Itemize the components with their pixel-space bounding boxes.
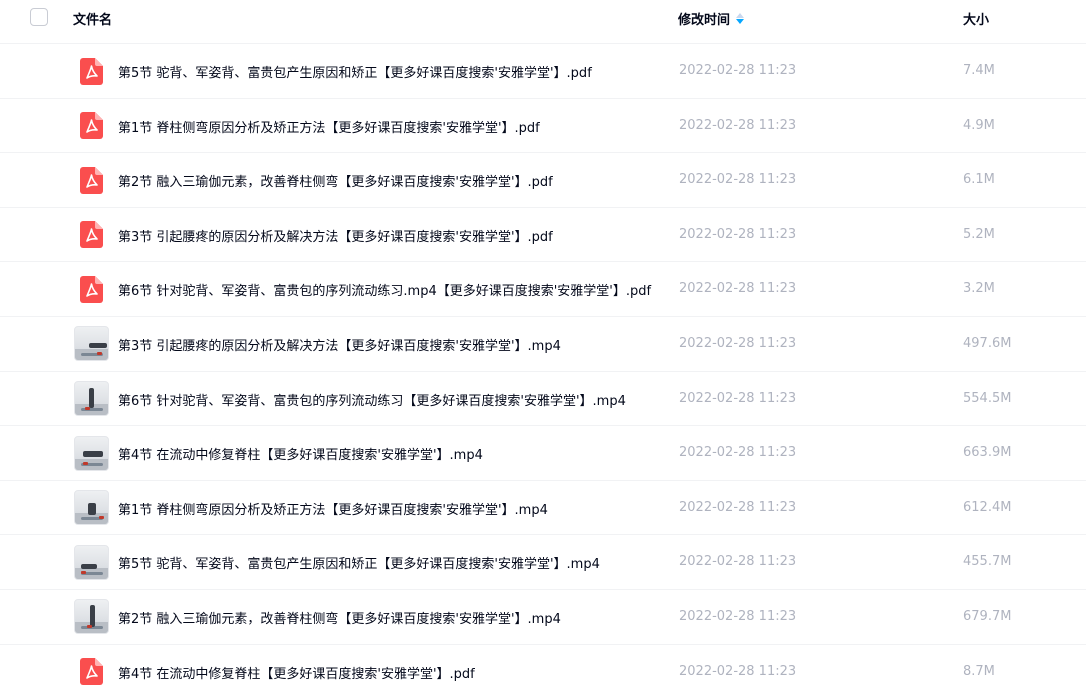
column-header-time-label: 修改时间 (678, 13, 731, 28)
file-modified-time: 2022-02-28 11:23 (679, 445, 797, 461)
file-row[interactable]: 第6节 针对驼背、军姿背、富贵包的序列流动练习.mp4【更多好课百度搜索'安雅学… (0, 262, 1086, 317)
file-modified-time: 2022-02-28 11:23 (679, 499, 797, 515)
video-thumbnail (73, 326, 109, 362)
file-row[interactable]: 第3节 引起腰疼的原因分析及解决方法【更多好课百度搜索'安雅学堂'】.mp4 20… (0, 317, 1086, 372)
sort-descending-icon[interactable] (735, 12, 745, 25)
pdf-file-icon (73, 108, 109, 144)
file-size: 554.5M (963, 390, 1012, 406)
pdf-file-icon (73, 271, 109, 307)
file-modified-time: 2022-02-28 11:23 (679, 63, 797, 78)
file-row[interactable]: 第3节 引起腰疼的原因分析及解决方法【更多好课百度搜索'安雅学堂'】.pdf 20… (0, 208, 1086, 263)
file-row[interactable]: 第4节 在流动中修复脊柱【更多好课百度搜索'安雅学堂'】.pdf 2022-02-… (0, 645, 1086, 694)
pdf-file-icon (73, 654, 109, 690)
file-modified-time: 2022-02-28 11:23 (679, 608, 797, 624)
file-size: 8.7M (963, 663, 995, 679)
file-size: 4.9M (963, 117, 995, 133)
pdf-file-icon (73, 53, 109, 89)
file-name[interactable]: 第5节 驼背、军姿背、富贵包产生原因和矫正【更多好课百度搜索'安雅学堂'】.mp… (118, 553, 600, 572)
file-name[interactable]: 第5节 驼背、军姿背、富贵包产生原因和矫正【更多好课百度搜索'安雅学堂'】.pd… (118, 62, 592, 81)
file-name[interactable]: 第3节 引起腰疼的原因分析及解决方法【更多好课百度搜索'安雅学堂'】.mp4 (118, 335, 561, 354)
file-row[interactable]: 第1节 脊柱侧弯原因分析及矫正方法【更多好课百度搜索'安雅学堂'】.mp4 202… (0, 481, 1086, 536)
column-header-size[interactable]: 大小 (963, 9, 989, 28)
file-row[interactable]: 第4节 在流动中修复脊柱【更多好课百度搜索'安雅学堂'】.mp4 2022-02-… (0, 426, 1086, 481)
file-list-header: 文件名 修改时间 大小 (0, 0, 1086, 44)
video-thumbnail (73, 435, 109, 471)
file-row[interactable]: 第2节 融入三瑜伽元素，改善脊柱侧弯【更多好课百度搜索'安雅学堂'】.pdf 20… (0, 153, 1086, 208)
file-size: 7.4M (963, 63, 995, 78)
file-list: 第5节 驼背、军姿背、富贵包产生原因和矫正【更多好课百度搜索'安雅学堂'】.pd… (0, 44, 1086, 694)
file-row[interactable]: 第2节 融入三瑜伽元素，改善脊柱侧弯【更多好课百度搜索'安雅学堂'】.mp4 20… (0, 590, 1086, 645)
file-name[interactable]: 第4节 在流动中修复脊柱【更多好课百度搜索'安雅学堂'】.mp4 (118, 444, 483, 463)
file-name[interactable]: 第2节 融入三瑜伽元素，改善脊柱侧弯【更多好课百度搜索'安雅学堂'】.mp4 (118, 608, 561, 627)
file-size: 3.2M (963, 281, 995, 297)
file-name[interactable]: 第6节 针对驼背、军姿背、富贵包的序列流动练习【更多好课百度搜索'安雅学堂'】.… (118, 390, 626, 409)
file-size: 6.1M (963, 172, 995, 188)
column-header-name[interactable]: 文件名 (73, 9, 112, 28)
file-name[interactable]: 第3节 引起腰疼的原因分析及解决方法【更多好课百度搜索'安雅学堂'】.pdf (118, 226, 553, 245)
file-row[interactable]: 第5节 驼背、军姿背、富贵包产生原因和矫正【更多好课百度搜索'安雅学堂'】.mp… (0, 535, 1086, 590)
file-modified-time: 2022-02-28 11:23 (679, 172, 797, 188)
file-modified-time: 2022-02-28 11:23 (679, 335, 797, 351)
file-row[interactable]: 第6节 针对驼背、军姿背、富贵包的序列流动练习【更多好课百度搜索'安雅学堂'】.… (0, 372, 1086, 427)
pdf-file-icon (73, 217, 109, 253)
file-modified-time: 2022-02-28 11:23 (679, 281, 797, 297)
file-name[interactable]: 第1节 脊柱侧弯原因分析及矫正方法【更多好课百度搜索'安雅学堂'】.mp4 (118, 499, 548, 518)
file-size: 497.6M (963, 335, 1012, 351)
video-thumbnail (73, 599, 109, 635)
file-row[interactable]: 第1节 脊柱侧弯原因分析及矫正方法【更多好课百度搜索'安雅学堂'】.pdf 202… (0, 99, 1086, 154)
column-header-time[interactable]: 修改时间 (678, 9, 745, 28)
file-name[interactable]: 第4节 在流动中修复脊柱【更多好课百度搜索'安雅学堂'】.pdf (118, 663, 475, 682)
file-name[interactable]: 第1节 脊柱侧弯原因分析及矫正方法【更多好课百度搜索'安雅学堂'】.pdf (118, 117, 540, 136)
video-thumbnail (73, 381, 109, 417)
file-modified-time: 2022-02-28 11:23 (679, 663, 797, 679)
file-modified-time: 2022-02-28 11:23 (679, 390, 797, 406)
file-size: 455.7M (963, 554, 1012, 570)
file-size: 612.4M (963, 499, 1012, 515)
file-name[interactable]: 第6节 针对驼背、军姿背、富贵包的序列流动练习.mp4【更多好课百度搜索'安雅学… (118, 280, 651, 299)
file-size: 663.9M (963, 445, 1012, 461)
file-row[interactable]: 第5节 驼背、军姿背、富贵包产生原因和矫正【更多好课百度搜索'安雅学堂'】.pd… (0, 44, 1086, 99)
file-size: 5.2M (963, 226, 995, 242)
video-thumbnail (73, 544, 109, 580)
pdf-file-icon (73, 162, 109, 198)
file-modified-time: 2022-02-28 11:23 (679, 226, 797, 242)
file-modified-time: 2022-02-28 11:23 (679, 554, 797, 570)
select-all-checkbox[interactable] (30, 8, 48, 26)
file-size: 679.7M (963, 608, 1012, 624)
file-modified-time: 2022-02-28 11:23 (679, 117, 797, 133)
video-thumbnail (73, 490, 109, 526)
file-name[interactable]: 第2节 融入三瑜伽元素，改善脊柱侧弯【更多好课百度搜索'安雅学堂'】.pdf (118, 171, 553, 190)
